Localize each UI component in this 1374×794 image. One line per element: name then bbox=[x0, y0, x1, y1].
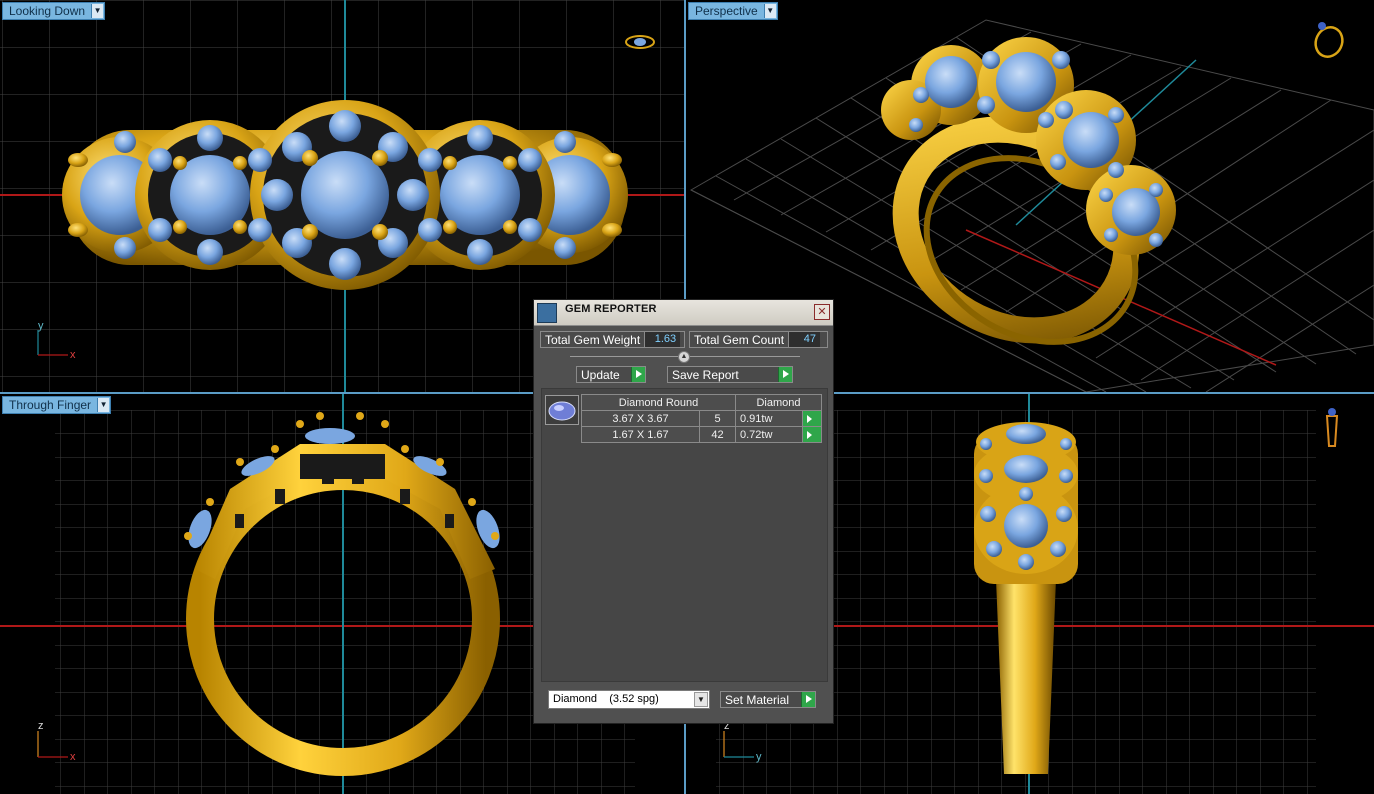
gem-size: 1.67 X 1.67 bbox=[581, 426, 700, 443]
table-row[interactable]: 1.67 X 1.67 42 0.72tw bbox=[581, 426, 822, 443]
close-icon[interactable]: ✕ bbox=[814, 304, 830, 320]
gem-thumb-svg bbox=[548, 401, 576, 421]
axis-h: x bbox=[70, 751, 76, 763]
viewport-tab-through-finger[interactable]: Through Finger ▼ bbox=[2, 396, 112, 414]
header-material: Diamond bbox=[735, 394, 822, 411]
viewport-tab-perspective[interactable]: Perspective ▼ bbox=[688, 2, 778, 20]
axis-h: y bbox=[756, 751, 762, 763]
save-report-label: Save Report bbox=[672, 367, 739, 382]
chevron-down-icon[interactable]: ▼ bbox=[97, 398, 110, 412]
chevron-down-icon[interactable]: ▼ bbox=[91, 4, 104, 18]
play-icon bbox=[801, 692, 815, 707]
update-button[interactable]: Update bbox=[576, 366, 646, 383]
viewport-label: Looking Down bbox=[9, 4, 86, 18]
view-side-icon bbox=[1325, 408, 1339, 447]
total-gem-count-value: 47 bbox=[788, 332, 821, 347]
chevron-down-icon[interactable]: ▼ bbox=[763, 4, 776, 18]
table-header: Diamond Round Diamond bbox=[581, 394, 822, 411]
set-material-label: Set Material bbox=[725, 692, 790, 707]
gem-weight: 0.72tw bbox=[734, 426, 804, 443]
view-ring-icon bbox=[1314, 22, 1344, 58]
total-gem-weight-value: 1.63 bbox=[644, 332, 681, 347]
ring-perspective bbox=[881, 37, 1176, 345]
viewport-label: Through Finger bbox=[9, 398, 92, 412]
table-row[interactable]: 3.67 X 3.67 5 0.91tw bbox=[581, 410, 822, 427]
gem-reporter-icon bbox=[537, 303, 557, 323]
gem-size: 3.67 X 3.67 bbox=[581, 410, 700, 427]
total-gem-weight: Total Gem Weight 1.63 bbox=[540, 331, 685, 348]
save-report-button[interactable]: Save Report bbox=[667, 366, 793, 383]
gem-list: Diamond Round Diamond 3.67 X 3.67 5 0.91… bbox=[541, 388, 828, 682]
viewport-label: Perspective bbox=[695, 4, 758, 18]
gem-weight: 0.91tw bbox=[734, 410, 804, 427]
diamond-gem-icon[interactable] bbox=[545, 395, 579, 425]
gem-count: 42 bbox=[699, 426, 736, 443]
play-icon bbox=[631, 367, 645, 382]
collapse-icon[interactable]: ▲ bbox=[678, 351, 690, 363]
axis-h: x bbox=[70, 349, 76, 361]
gem-reporter-panel: GEM REPORTER ✕ Total Gem Weight 1.63 Tot… bbox=[533, 299, 834, 724]
total-gem-count-label: Total Gem Count bbox=[694, 332, 785, 347]
axis-v: z bbox=[38, 720, 44, 732]
material-select[interactable]: Diamond (3.52 spg) ▼ bbox=[548, 690, 710, 709]
viewport-tab-looking-down[interactable]: Looking Down ▼ bbox=[2, 2, 106, 20]
chevron-down-icon[interactable]: ▼ bbox=[694, 692, 708, 707]
panel-title: GEM REPORTER bbox=[565, 303, 657, 315]
row-action-icon[interactable] bbox=[802, 410, 822, 427]
axis-v: y bbox=[38, 320, 44, 332]
total-gem-count: Total Gem Count 47 bbox=[689, 331, 828, 348]
panel-titlebar[interactable]: GEM REPORTER ✕ bbox=[534, 300, 833, 326]
gem-table: Diamond Round Diamond 3.67 X 3.67 5 0.91… bbox=[581, 394, 822, 443]
update-label: Update bbox=[581, 367, 620, 382]
set-material-button[interactable]: Set Material bbox=[720, 691, 816, 708]
play-icon bbox=[778, 367, 792, 382]
total-gem-weight-label: Total Gem Weight bbox=[545, 332, 641, 347]
gem-count: 5 bbox=[699, 410, 736, 427]
row-action-icon[interactable] bbox=[802, 426, 822, 443]
header-shape: Diamond Round bbox=[581, 394, 736, 411]
material-select-value: Diamond (3.52 spg) bbox=[553, 693, 659, 705]
